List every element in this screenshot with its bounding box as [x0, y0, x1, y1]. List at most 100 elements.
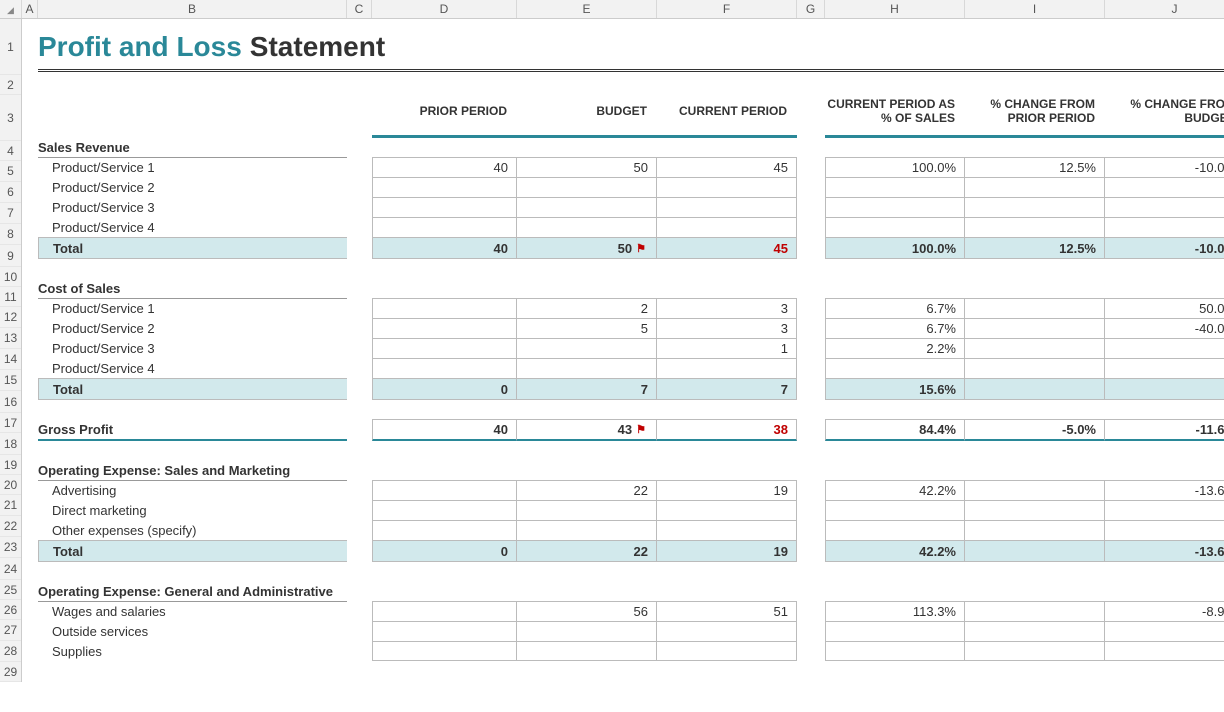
cell-current[interactable] — [657, 500, 797, 521]
cell-pct-sales[interactable] — [825, 197, 965, 218]
cell-current[interactable] — [657, 358, 797, 379]
line-item-label[interactable]: Supplies — [38, 641, 347, 661]
cell-budget[interactable] — [517, 520, 657, 541]
cell-budget[interactable]: 22 — [517, 480, 657, 501]
row-7[interactable]: 7 — [0, 203, 21, 224]
cell-current[interactable]: 51 — [657, 601, 797, 622]
row-9[interactable]: 9 — [0, 245, 21, 267]
cell-budget[interactable]: 50 — [517, 157, 657, 178]
row-11[interactable]: 11 — [0, 287, 21, 307]
cell-pct-sales[interactable] — [825, 217, 965, 238]
cell-pct-budget[interactable] — [1105, 217, 1224, 238]
cell-prior[interactable] — [372, 177, 517, 198]
cell-pct-prior[interactable] — [965, 217, 1105, 238]
cell-budget[interactable] — [517, 177, 657, 198]
cell-pct-prior[interactable] — [965, 338, 1105, 359]
line-item-label[interactable]: Product/Service 1 — [38, 157, 347, 178]
row-28[interactable]: 28 — [0, 641, 21, 662]
row-19[interactable]: 19 — [0, 455, 21, 475]
cell-pct-sales[interactable]: 2.2% — [825, 338, 965, 359]
line-item-label[interactable]: Product/Service 2 — [38, 177, 347, 198]
cell-prior[interactable] — [372, 520, 517, 541]
cell-current[interactable] — [657, 641, 797, 661]
row-23[interactable]: 23 — [0, 537, 21, 558]
line-item-label[interactable]: Direct marketing — [38, 500, 347, 521]
cell-prior[interactable] — [372, 601, 517, 622]
cell-pct-sales[interactable]: 6.7% — [825, 298, 965, 319]
cell-prior[interactable] — [372, 641, 517, 661]
cell-pct-sales[interactable]: 42.2% — [825, 480, 965, 501]
row-25[interactable]: 25 — [0, 580, 21, 600]
cell-pct-prior[interactable] — [965, 358, 1105, 379]
cell-budget[interactable] — [517, 358, 657, 379]
cell-pct-budget[interactable]: -13.6% — [1105, 480, 1224, 501]
cell-prior[interactable] — [372, 480, 517, 501]
cell-current[interactable]: 19 — [657, 480, 797, 501]
line-item-label[interactable]: Other expenses (specify) — [38, 520, 347, 541]
row-20[interactable]: 20 — [0, 475, 21, 495]
cell-prior[interactable] — [372, 621, 517, 642]
line-item-label[interactable]: Product/Service 3 — [38, 338, 347, 359]
cell-pct-prior[interactable]: 12.5% — [965, 157, 1105, 178]
row-27[interactable]: 27 — [0, 620, 21, 641]
cell-pct-prior[interactable] — [965, 298, 1105, 319]
col-C[interactable]: C — [347, 0, 372, 18]
cell-prior[interactable]: 40 — [372, 157, 517, 178]
cell-pct-sales[interactable] — [825, 641, 965, 661]
col-F[interactable]: F — [657, 0, 797, 18]
cell-pct-sales[interactable] — [825, 177, 965, 198]
cell-pct-prior[interactable] — [965, 480, 1105, 501]
cell-pct-prior[interactable] — [965, 601, 1105, 622]
cell-pct-budget[interactable] — [1105, 358, 1224, 379]
row-18[interactable]: 18 — [0, 433, 21, 455]
cell-budget[interactable] — [517, 338, 657, 359]
cell-pct-budget[interactable] — [1105, 338, 1224, 359]
row-5[interactable]: 5 — [0, 161, 21, 182]
row-21[interactable]: 21 — [0, 495, 21, 516]
cell-pct-budget[interactable] — [1105, 621, 1224, 642]
row-16[interactable]: 16 — [0, 391, 21, 413]
col-H[interactable]: H — [825, 0, 965, 18]
col-A[interactable]: A — [22, 0, 38, 18]
cell-budget[interactable]: 5 — [517, 318, 657, 339]
cell-prior[interactable] — [372, 298, 517, 319]
cell-prior[interactable] — [372, 500, 517, 521]
cell-budget[interactable] — [517, 217, 657, 238]
col-G[interactable]: G — [797, 0, 825, 18]
col-J[interactable]: J — [1105, 0, 1224, 18]
line-item-label[interactable]: Product/Service 3 — [38, 197, 347, 218]
cell-pct-budget[interactable]: 50.0% — [1105, 298, 1224, 319]
line-item-label[interactable]: Product/Service 4 — [38, 217, 347, 238]
cell-pct-prior[interactable] — [965, 500, 1105, 521]
row-10[interactable]: 10 — [0, 267, 21, 287]
cell-current[interactable]: 3 — [657, 318, 797, 339]
cell-budget[interactable]: 2 — [517, 298, 657, 319]
cell-pct-sales[interactable] — [825, 358, 965, 379]
cell-pct-budget[interactable] — [1105, 641, 1224, 661]
cell-pct-budget[interactable]: -40.0% — [1105, 318, 1224, 339]
cell-pct-prior[interactable] — [965, 641, 1105, 661]
cell-budget[interactable]: 56 — [517, 601, 657, 622]
row-12[interactable]: 12 — [0, 307, 21, 328]
row-1[interactable]: 1 — [0, 19, 21, 75]
col-I[interactable]: I — [965, 0, 1105, 18]
cell-prior[interactable] — [372, 197, 517, 218]
cell-pct-prior[interactable] — [965, 197, 1105, 218]
cell-budget[interactable] — [517, 641, 657, 661]
row-22[interactable]: 22 — [0, 516, 21, 537]
cell-budget[interactable] — [517, 500, 657, 521]
line-item-label[interactable]: Product/Service 4 — [38, 358, 347, 379]
cell-pct-prior[interactable] — [965, 621, 1105, 642]
cell-pct-budget[interactable] — [1105, 520, 1224, 541]
cell-current[interactable]: 1 — [657, 338, 797, 359]
line-item-label[interactable]: Outside services — [38, 621, 347, 642]
select-all-corner[interactable]: ◢ — [0, 0, 22, 18]
row-4[interactable]: 4 — [0, 141, 21, 161]
row-17[interactable]: 17 — [0, 413, 21, 433]
cell-pct-prior[interactable] — [965, 520, 1105, 541]
cell-current[interactable] — [657, 621, 797, 642]
cell-prior[interactable] — [372, 358, 517, 379]
cell-pct-budget[interactable]: -10.0% — [1105, 157, 1224, 178]
row-29[interactable]: 29 — [0, 662, 21, 682]
cell-pct-budget[interactable] — [1105, 500, 1224, 521]
